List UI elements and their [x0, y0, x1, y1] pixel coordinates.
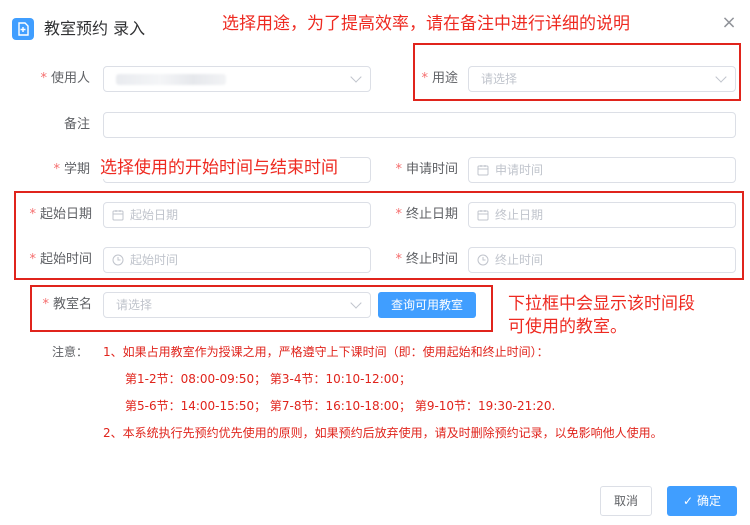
purpose-hint-annotation: 选择用途，为了提高效率，请在备注中进行详细的说明	[222, 14, 630, 34]
reservation-dialog: 教室预约 录入 × 选择用途，为了提高效率，请在备注中进行详细的说明 * 使用人 …	[0, 0, 750, 525]
user-select[interactable]	[103, 66, 371, 92]
check-icon: ✓	[682, 494, 694, 508]
query-available-rooms-button[interactable]: 查询可用教室	[378, 292, 476, 318]
calendar-icon	[477, 209, 489, 220]
end-time-picker[interactable]: 终止时间	[468, 247, 736, 273]
form-add-icon	[12, 18, 34, 40]
end-time-label: * 终止时间	[395, 252, 458, 267]
start-time-picker[interactable]: 起始时间	[103, 247, 371, 273]
term-label: * 学期	[53, 162, 90, 177]
purpose-label: * 用途	[421, 71, 458, 86]
dialog-title: 教室预约 录入	[44, 19, 146, 38]
apply-time-picker[interactable]: 申请时间	[468, 157, 736, 183]
user-label: * 使用人	[40, 71, 90, 86]
calendar-icon	[477, 164, 489, 175]
remark-input[interactable]	[103, 112, 736, 138]
start-date-picker[interactable]: 起始日期	[103, 202, 371, 228]
remark-label: 备注	[63, 117, 90, 132]
cancel-button[interactable]: 取消	[600, 486, 652, 516]
time-hint-annotation: 选择使用的开始时间与结束时间	[98, 157, 340, 179]
calendar-icon	[112, 209, 124, 220]
clock-icon	[112, 254, 124, 265]
start-date-label: * 起始日期	[29, 207, 92, 222]
notice-label: 注意：	[52, 345, 89, 359]
start-time-label: * 起始时间	[29, 252, 92, 267]
room-hint-annotation-line1: 下拉框中会显示该时间段	[508, 294, 695, 314]
notice-line-4: 2、本系统执行先预约优先使用的原则，如果预约后放弃使用，请及时删除预约记录，以免…	[103, 426, 663, 440]
apply-time-label: * 申请时间	[395, 162, 458, 177]
chevron-down-icon	[350, 71, 362, 83]
purpose-select[interactable]: 请选择	[468, 66, 736, 92]
room-label: * 教室名	[42, 297, 92, 312]
room-hint-annotation-line2: 可使用的教室。	[508, 317, 627, 337]
end-date-label: * 终止日期	[395, 207, 458, 222]
clock-icon	[477, 254, 489, 265]
close-icon[interactable]: ×	[720, 14, 738, 32]
notice-line-3: 第5-6节：14:00-15:50； 第7-8节：16:10-18:00； 第9…	[125, 399, 556, 413]
redacted-user-value	[116, 74, 226, 85]
notice-line-2: 第1-2节：08:00-09:50； 第3-4节：10:10-12:00；	[125, 372, 412, 386]
room-select[interactable]: 请选择	[103, 292, 371, 318]
notice-line-1: 1、如果占用教室作为授课之用，严格遵守上下课时间（即：使用起始和终止时间）：	[103, 345, 549, 359]
chevron-down-icon	[715, 71, 727, 83]
confirm-button[interactable]: ✓ 确定	[667, 486, 737, 516]
end-date-picker[interactable]: 终止日期	[468, 202, 736, 228]
chevron-down-icon	[350, 297, 362, 309]
